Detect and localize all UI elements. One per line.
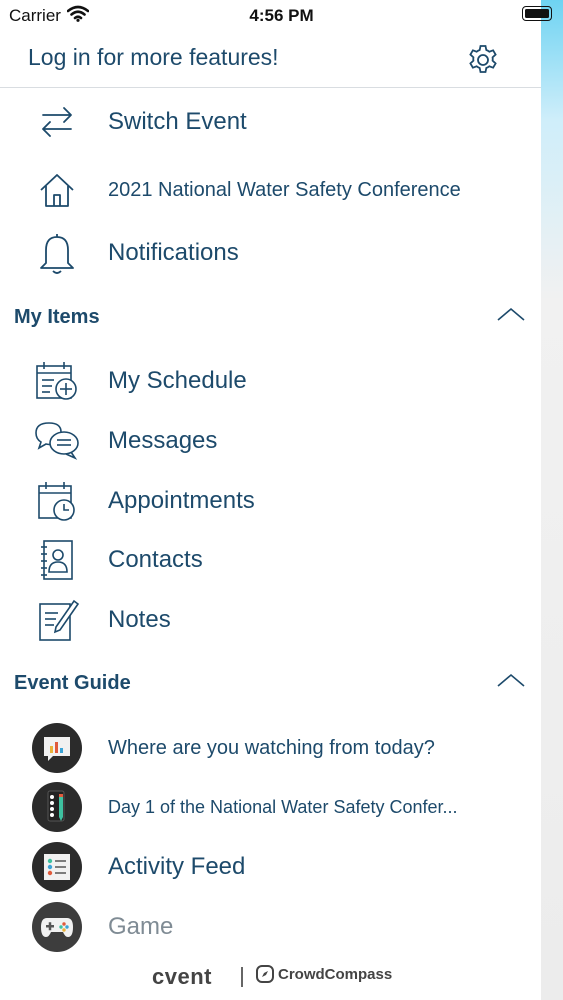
menu-item-label: Messages: [108, 427, 218, 454]
menu-item-label: Switch Event: [108, 108, 247, 135]
section-header-my-items[interactable]: My Items: [14, 306, 100, 329]
menu-item-game[interactable]: Game: [0, 899, 541, 955]
login-link[interactable]: Log in for more features!: [28, 44, 279, 71]
menu-item-label: Where are you watching from today?: [108, 736, 435, 759]
menu-item-label: My Schedule: [108, 367, 247, 394]
menu-item-agenda[interactable]: Day 1 of the National Water Safety Confe…: [0, 779, 541, 835]
section-header-event-guide[interactable]: Event Guide: [14, 672, 131, 695]
menu-item-my-schedule[interactable]: My Schedule: [0, 353, 541, 409]
menu-item-messages[interactable]: Messages: [0, 413, 541, 469]
address-book-icon: [32, 540, 82, 580]
background-app-strip: [541, 0, 563, 1000]
menu-item-label: Day 1 of the National Water Safety Confe…: [108, 796, 458, 817]
status-time: 4:56 PM: [249, 6, 314, 25]
menu-item-current-event[interactable]: 2021 National Water Safety Conference: [0, 162, 541, 218]
activity-feed-icon: [32, 842, 82, 892]
side-menu: Carrier 4:56 PM Log in for more features…: [0, 0, 552, 1000]
calendar-clock-icon: [32, 481, 82, 521]
note-pencil-icon: [32, 599, 82, 641]
cvent-logo: cvent: [152, 964, 212, 989]
status-bar: Carrier 4:56 PM: [0, 0, 563, 30]
agenda-icon: [32, 782, 82, 832]
chevron-up-icon[interactable]: [496, 672, 526, 693]
menu-item-label: Activity Feed: [108, 853, 246, 880]
footer-divider: [241, 967, 243, 987]
menu-item-label: Game: [108, 913, 174, 940]
battery-icon: [522, 6, 552, 21]
crowdcompass-logo: CrowdCompass: [256, 965, 392, 983]
menu-item-notes[interactable]: Notes: [0, 592, 541, 648]
powered-by-footer: cvent CrowdCompass: [152, 962, 392, 992]
menu-item-contacts[interactable]: Contacts: [0, 532, 541, 588]
game-controller-icon: [32, 902, 82, 952]
menu-item-label: Contacts: [108, 546, 203, 573]
gear-icon[interactable]: [465, 41, 501, 82]
bell-icon: [32, 233, 82, 274]
poll-icon: [32, 723, 82, 773]
compass-icon: [256, 965, 274, 983]
menu-item-label: Appointments: [108, 487, 255, 514]
menu-item-label: Notifications: [108, 239, 239, 266]
switch-arrows-icon: [32, 102, 82, 142]
menu-item-activity-feed[interactable]: Activity Feed: [0, 839, 541, 895]
home-icon: [32, 170, 82, 210]
menu-header: Log in for more features!: [0, 30, 541, 88]
chat-bubbles-icon: [32, 421, 82, 461]
menu-item-poll[interactable]: Where are you watching from today?: [0, 720, 541, 776]
chevron-up-icon[interactable]: [496, 306, 526, 327]
menu-item-appointments[interactable]: Appointments: [0, 473, 541, 529]
menu-item-switch-event[interactable]: Switch Event: [0, 94, 541, 150]
calendar-add-icon: [32, 361, 82, 401]
menu-item-notifications[interactable]: Notifications: [0, 225, 541, 281]
menu-item-label: Notes: [108, 606, 171, 633]
menu-item-label: 2021 National Water Safety Conference: [108, 178, 461, 201]
crowdcompass-label: CrowdCompass: [278, 965, 393, 983]
